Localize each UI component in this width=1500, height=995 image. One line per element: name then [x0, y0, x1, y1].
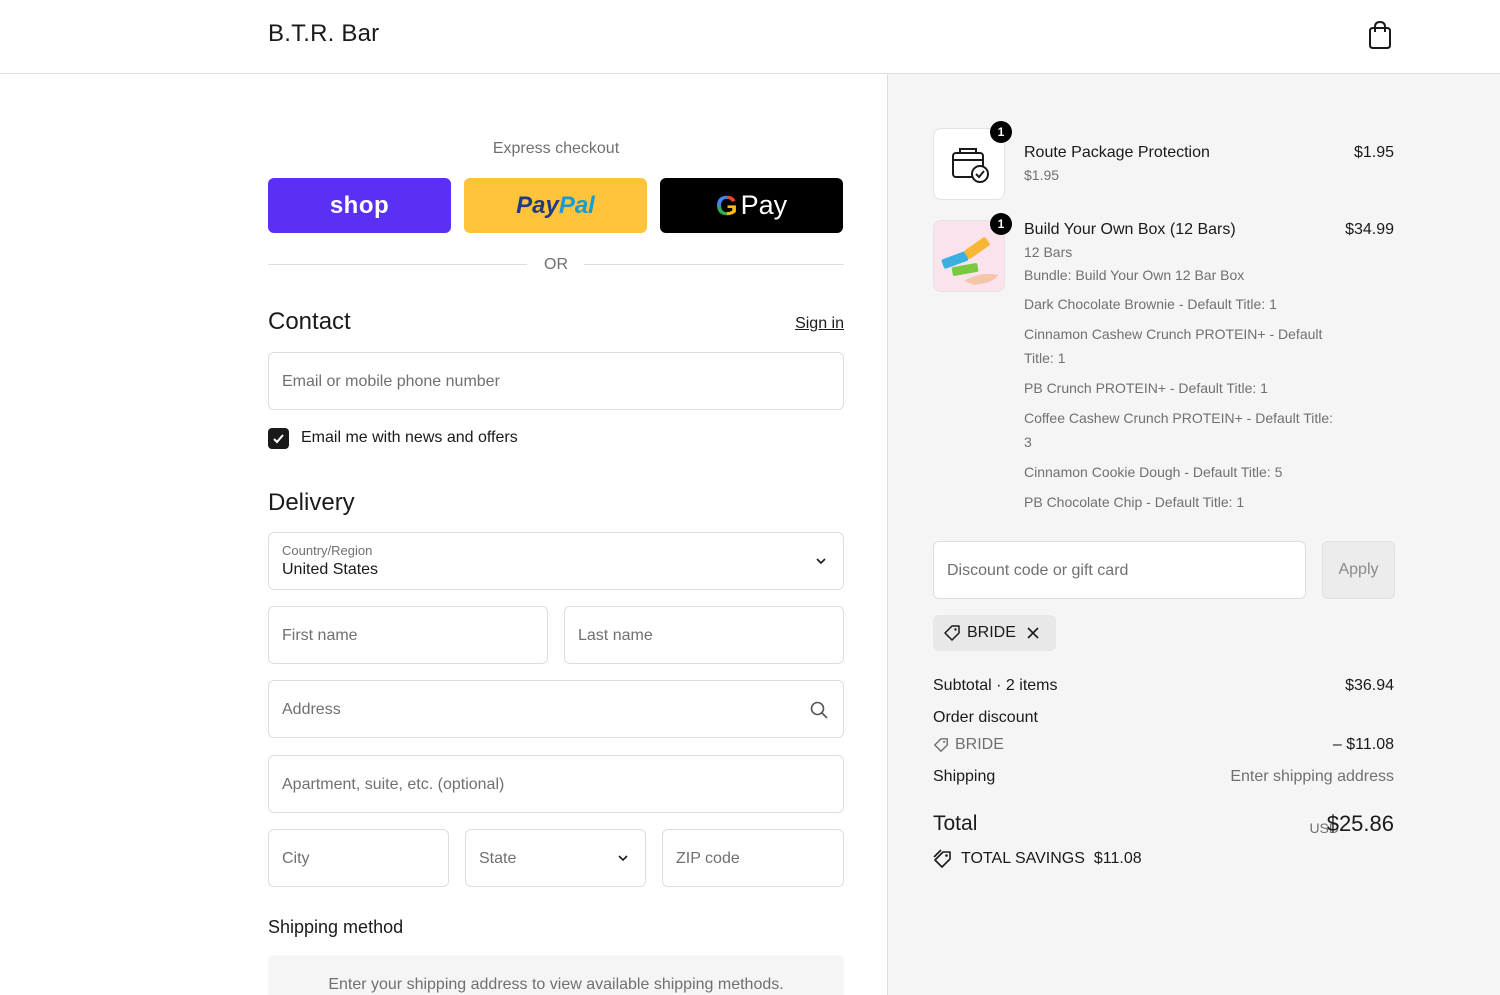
paypal-button[interactable]: Pay Pal — [464, 178, 647, 233]
discount-code-input[interactable]: Discount code or gift card — [933, 541, 1306, 599]
order-discount-label: Order discount — [933, 709, 1038, 726]
or-label: OR — [544, 256, 568, 273]
country-value: United States — [282, 561, 379, 578]
city-field[interactable]: City — [268, 829, 449, 887]
savings-label: TOTAL SAVINGS — [961, 850, 1085, 867]
google-g-icon: G — [715, 189, 738, 221]
address-field[interactable]: Address — [268, 680, 844, 738]
item-title: Build Your Own Box (12 Bars) — [1024, 221, 1236, 238]
applied-discount-chip: BRIDE — [933, 615, 1056, 651]
newsletter-row: Email me with news and offers — [268, 427, 518, 449]
savings-value: $11.08 — [1093, 850, 1142, 867]
zip-placeholder: ZIP code — [676, 850, 740, 867]
item-price: $34.99 — [1345, 221, 1394, 238]
delivery-title: Delivery — [268, 489, 355, 516]
quantity-badge: 1 — [990, 213, 1012, 235]
total-value: $25.86 — [1326, 811, 1394, 836]
shipping-method-message: Enter your shipping address to view avai… — [328, 976, 784, 993]
address-placeholder: Address — [282, 701, 341, 718]
country-label: Country/Region — [282, 543, 373, 558]
last-name-placeholder: Last name — [578, 627, 653, 644]
applied-code-label: BRIDE — [967, 624, 1016, 641]
tag-icon — [944, 625, 960, 641]
apartment-field[interactable]: Apartment, suite, etc. (optional) — [268, 755, 844, 813]
first-name-field[interactable]: First name — [268, 606, 548, 664]
item-detail-line: 3 — [1024, 434, 1032, 450]
subtotal-label: Subtotal · 2 items — [933, 677, 1058, 694]
state-select[interactable]: State — [465, 829, 646, 887]
item-detail-line: Cinnamon Cookie Dough - Default Title: 5 — [1024, 464, 1283, 480]
contact-title: Contact — [268, 308, 351, 335]
remove-discount-icon[interactable] — [1026, 626, 1046, 640]
discount-code-label: BRIDE — [955, 736, 1004, 753]
search-icon — [810, 701, 828, 719]
last-name-field[interactable]: Last name — [564, 606, 844, 664]
savings-tag-icon — [933, 849, 951, 868]
discount-code-row: BRIDE — [933, 736, 1004, 754]
newsletter-label: Email me with news and offers — [301, 429, 518, 446]
apply-discount-button[interactable]: Apply — [1322, 541, 1395, 599]
header: B.T.R. Bar — [0, 0, 1500, 74]
shipping-method-title: Shipping method — [268, 917, 404, 937]
city-placeholder: City — [282, 850, 310, 867]
apartment-placeholder: Apartment, suite, etc. (optional) — [282, 776, 505, 793]
total-label: Total — [933, 812, 978, 835]
total-savings: TOTAL SAVINGS $11.08 — [933, 849, 1142, 869]
divider-line — [584, 264, 844, 265]
shopping-bag-icon[interactable] — [1366, 20, 1394, 50]
item-title: Route Package Protection — [1024, 144, 1210, 161]
express-checkout-title: Express checkout — [492, 140, 620, 157]
zip-field[interactable]: ZIP code — [662, 829, 844, 887]
email-field[interactable]: Email or mobile phone number — [268, 352, 844, 410]
or-divider: OR — [268, 255, 844, 275]
item-detail-line: Cinnamon Cashew Crunch PROTEIN+ - Defaul… — [1024, 326, 1323, 342]
shipping-label: Shipping — [933, 768, 996, 785]
shop-pay-button[interactable]: shop — [268, 178, 451, 233]
checkmark-icon — [273, 433, 284, 443]
shipping-value: Enter shipping address — [1230, 768, 1394, 785]
item-price: $1.95 — [1353, 144, 1394, 161]
chevron-down-icon — [816, 558, 826, 565]
subtotal-value: $36.94 — [1345, 677, 1394, 694]
item-detail-line: PB Crunch PROTEIN+ - Default Title: 1 — [1024, 380, 1268, 396]
item-detail-line: Coffee Cashew Crunch PROTEIN+ - Default … — [1024, 410, 1334, 426]
item-detail-line: Title: 1 — [1024, 350, 1066, 366]
item-detail-line: Bundle: Build Your Own 12 Bar Box — [1024, 267, 1245, 283]
paypal-logo-part1: Pay — [516, 191, 559, 219]
chevron-down-icon — [618, 855, 628, 862]
state-placeholder: State — [479, 850, 517, 867]
item-detail-line: PB Chocolate Chip - Default Title: 1 — [1024, 494, 1245, 510]
order-summary: 1 Route Package Protection $1.95 $1.95 1… — [887, 74, 1500, 995]
paypal-logo-part2: Pal — [558, 191, 595, 219]
email-placeholder: Email or mobile phone number — [282, 373, 500, 390]
google-pay-label: Pay — [740, 190, 788, 220]
first-name-placeholder: First name — [282, 627, 358, 644]
discount-placeholder: Discount code or gift card — [947, 562, 1129, 579]
newsletter-checkbox[interactable] — [268, 427, 289, 449]
item-detail-line: 12 Bars — [1024, 244, 1073, 260]
store-logo[interactable]: B.T.R. Bar — [268, 20, 379, 48]
quantity-badge: 1 — [990, 121, 1012, 143]
shop-pay-label: shop — [329, 191, 390, 219]
shipping-method-box: Enter your shipping address to view avai… — [268, 955, 844, 995]
google-pay-button[interactable]: G Pay — [660, 178, 843, 233]
item-subtitle: $1.95 — [1024, 167, 1060, 183]
sign-in-link[interactable]: Sign in — [795, 315, 844, 333]
tag-icon — [934, 738, 948, 752]
discount-value: – $11.08 — [1332, 736, 1394, 753]
item-detail-line: Dark Chocolate Brownie - Default Title: … — [1024, 296, 1277, 312]
country-select[interactable]: Country/Region United States — [268, 532, 844, 590]
